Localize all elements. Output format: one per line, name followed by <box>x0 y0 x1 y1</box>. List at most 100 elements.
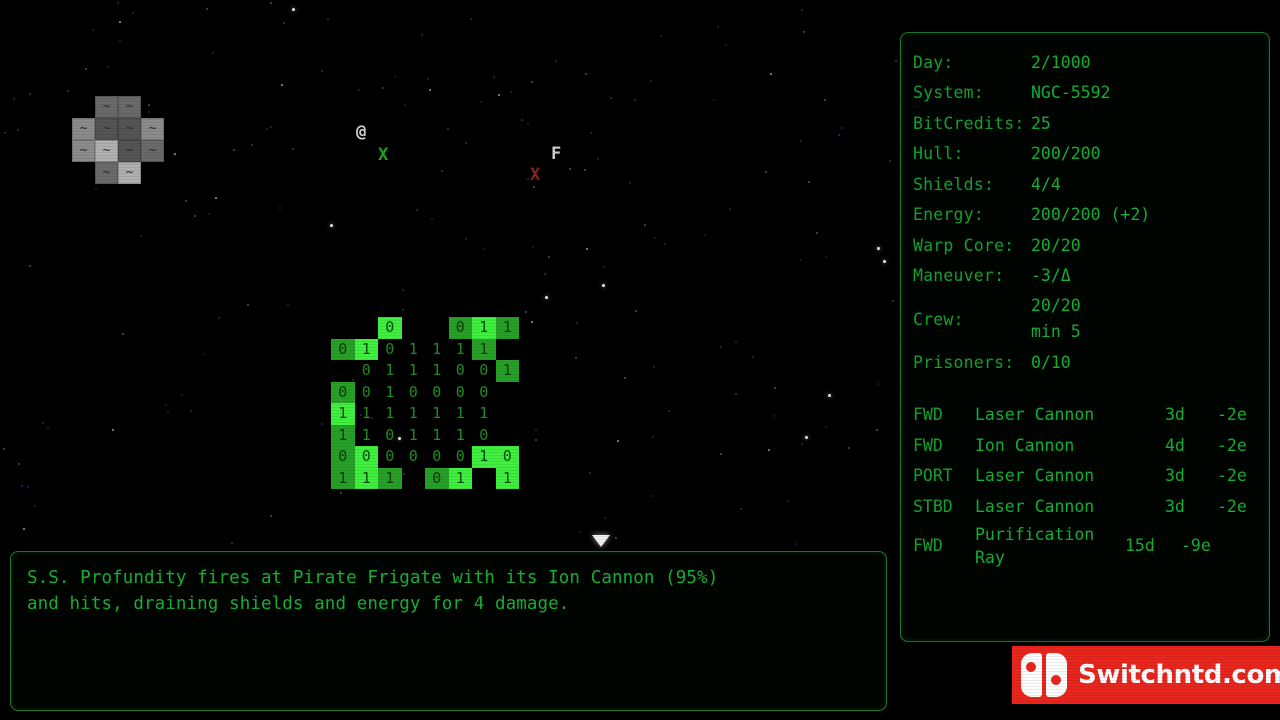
joycon-right-icon <box>1046 653 1067 697</box>
binary-cell[interactable]: 1 <box>495 360 519 382</box>
status-row-warp-core: Warp Core: 20/20 <box>901 230 1269 261</box>
binary-cell[interactable]: 0 <box>378 339 402 361</box>
weapon-row[interactable]: PORT Laser Cannon 3d -2e <box>901 461 1269 492</box>
binary-cell[interactable]: 0 <box>472 382 496 404</box>
binary-cell[interactable]: 0 <box>425 382 449 404</box>
binary-cell[interactable]: 1 <box>449 339 473 361</box>
binary-cell[interactable]: 0 <box>378 317 402 339</box>
star <box>117 2 119 4</box>
watermark-text: Switchntd.com <box>1078 660 1280 690</box>
binary-cell[interactable]: 0 <box>449 446 473 468</box>
binary-cell[interactable]: 0 <box>449 382 473 404</box>
red-target-marker[interactable]: X <box>530 167 540 184</box>
star <box>644 224 646 226</box>
binary-cell[interactable]: 1 <box>378 382 402 404</box>
star <box>287 304 289 306</box>
binary-ship-grid[interactable]: 0011010111101110010010000111111111011100… <box>331 317 543 489</box>
weapon-damage: 3d <box>1165 466 1185 486</box>
binary-cell[interactable]: 1 <box>425 360 449 382</box>
star <box>181 394 183 396</box>
binary-cell[interactable]: 1 <box>472 338 496 360</box>
star <box>167 411 169 413</box>
weapon-row[interactable]: FWD Laser Cannon 3d -2e <box>901 400 1269 431</box>
binary-cell[interactable]: 0 <box>378 446 402 468</box>
binary-cell[interactable]: 1 <box>472 317 496 339</box>
star <box>589 472 591 474</box>
asteroid-cluster[interactable]: ~ ~ ~ ~ ~ ~ ~ ~ ~ ~ ~ ~ <box>72 96 164 184</box>
star <box>429 89 431 91</box>
binary-cell[interactable]: 0 <box>402 382 426 404</box>
status-value-shields: 4/4 <box>1031 174 1061 194</box>
binary-cell[interactable]: 0 <box>355 360 379 382</box>
binary-cell[interactable]: 0 <box>472 425 496 447</box>
binary-cell[interactable]: 0 <box>354 446 378 468</box>
binary-cell[interactable]: 0 <box>331 338 355 360</box>
binary-cell[interactable]: 1 <box>448 467 472 489</box>
binary-cell[interactable]: 0 <box>331 381 355 403</box>
binary-cell[interactable]: 1 <box>354 338 378 360</box>
binary-cell[interactable]: 0 <box>448 317 472 339</box>
binary-cell[interactable]: 1 <box>449 403 473 425</box>
status-value-hull: 200/200 <box>1031 144 1101 164</box>
binary-cell[interactable]: 1 <box>378 467 402 489</box>
binary-cell[interactable]: 1 <box>425 425 449 447</box>
binary-cell[interactable]: 0 <box>495 446 519 468</box>
binary-cell[interactable]: 1 <box>449 425 473 447</box>
selection-cursor[interactable] <box>592 535 610 547</box>
binary-cell[interactable]: 0 <box>449 360 473 382</box>
status-value-crew-count: 20/20 <box>1031 296 1081 315</box>
binary-cell[interactable]: 0 <box>425 467 449 489</box>
weapon-name: Laser Cannon <box>975 405 1095 425</box>
binary-cell[interactable]: 1 <box>355 403 379 425</box>
status-label-energy: Energy: <box>913 205 984 225</box>
binary-cell[interactable]: 1 <box>425 403 449 425</box>
status-value-crew-min: min 5 <box>1031 322 1081 341</box>
binary-cell[interactable]: 1 <box>425 339 449 361</box>
binary-cell[interactable]: 1 <box>378 360 402 382</box>
binary-cell[interactable]: 1 <box>402 360 426 382</box>
binary-cell-empty <box>331 317 355 339</box>
binary-cell[interactable]: 1 <box>331 467 355 489</box>
star <box>531 81 533 83</box>
binary-grid-row: 111011 <box>331 467 543 490</box>
weapon-row[interactable]: FWD Purification Ray 15d -9e <box>901 522 1269 570</box>
binary-cell[interactable]: 0 <box>472 360 496 382</box>
binary-cell[interactable]: 0 <box>331 446 355 468</box>
star <box>795 543 797 545</box>
binary-cell[interactable]: 1 <box>495 467 519 489</box>
binary-cell[interactable]: 1 <box>472 403 496 425</box>
binary-cell-empty <box>402 468 426 490</box>
star <box>610 97 612 99</box>
star <box>447 128 449 130</box>
star <box>119 21 121 23</box>
frigate-marker[interactable]: F <box>551 146 561 163</box>
weapon-row[interactable]: FWD Ion Cannon 4d -2e <box>901 430 1269 461</box>
binary-cell-empty <box>519 468 543 490</box>
green-target-marker[interactable]: X <box>378 147 388 164</box>
binary-cell[interactable]: 1 <box>355 425 379 447</box>
binary-cell[interactable]: 0 <box>355 382 379 404</box>
binary-cell[interactable]: 1 <box>402 339 426 361</box>
star <box>740 508 742 510</box>
binary-cell[interactable]: 0 <box>402 446 426 468</box>
binary-cell[interactable]: 1 <box>495 317 519 339</box>
weapon-row[interactable]: STBD Laser Cannon 3d -2e <box>901 491 1269 522</box>
star <box>29 265 31 267</box>
binary-cell[interactable]: 1 <box>402 425 426 447</box>
status-row-system: System: NGC-5592 <box>901 78 1269 109</box>
status-label-maneuver: Maneuver: <box>913 266 1005 286</box>
binary-cell[interactable]: 1 <box>354 467 378 489</box>
binary-cell[interactable]: 0 <box>378 425 402 447</box>
binary-cell[interactable]: 1 <box>331 424 355 446</box>
binary-cell[interactable]: 1 <box>472 446 496 468</box>
star <box>615 537 617 539</box>
binary-cell[interactable]: 0 <box>425 446 449 468</box>
status-label-bitcredits: BitCredits: <box>913 113 1025 133</box>
binary-cell[interactable]: 1 <box>378 403 402 425</box>
binary-cell[interactable]: 1 <box>331 403 355 425</box>
star <box>441 170 443 172</box>
binary-cell[interactable]: 1 <box>402 403 426 425</box>
player-ship-marker[interactable]: @ <box>356 124 366 141</box>
binary-cell-empty <box>472 468 496 490</box>
star <box>173 154 175 156</box>
